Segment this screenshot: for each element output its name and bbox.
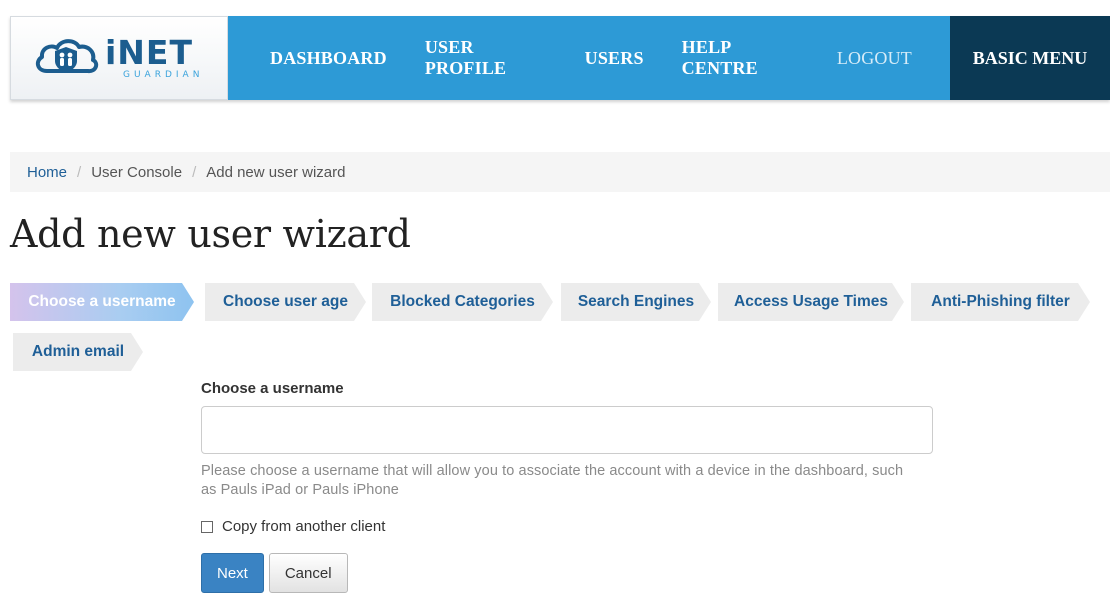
breadcrumb-user-console: User Console bbox=[91, 163, 183, 181]
nav-user-profile[interactable]: USER PROFILE bbox=[425, 37, 547, 79]
logo[interactable]: iNET GUARDIAN bbox=[10, 16, 228, 100]
wizard-steps: Choose a username Choose user age Blocke… bbox=[10, 283, 1110, 373]
step-anti-phishing-filter[interactable]: Anti-Phishing filter bbox=[911, 283, 1090, 321]
nav-help-centre[interactable]: HELP CENTRE bbox=[682, 37, 799, 79]
username-label: Choose a username bbox=[201, 380, 344, 397]
breadcrumb-separator: / bbox=[77, 163, 82, 181]
username-input[interactable] bbox=[201, 406, 933, 454]
copy-from-client-checkbox[interactable] bbox=[201, 520, 213, 533]
step-choose-username[interactable]: Choose a username bbox=[10, 283, 194, 321]
nav-dashboard[interactable]: DASHBOARD bbox=[270, 48, 387, 69]
nav-users[interactable]: USERS bbox=[585, 48, 644, 69]
cloud-family-shield-icon bbox=[35, 39, 99, 74]
logo-sub-text: GUARDIAN bbox=[123, 70, 204, 80]
copy-from-client-row: Copy from another client bbox=[201, 518, 933, 535]
step-admin-email[interactable]: Admin email bbox=[13, 333, 143, 371]
next-button[interactable]: Next bbox=[201, 553, 264, 593]
page-title: Add new user wizard bbox=[10, 212, 411, 256]
nav-logout[interactable]: LOGOUT bbox=[837, 48, 912, 69]
logo-wordmark: iNET GUARDIAN bbox=[105, 36, 203, 80]
basic-menu-button[interactable]: BASIC MENU bbox=[950, 16, 1110, 100]
breadcrumb-home[interactable]: Home bbox=[27, 164, 67, 181]
step-access-usage-times[interactable]: Access Usage Times bbox=[718, 283, 904, 321]
step-choose-user-age[interactable]: Choose user age bbox=[205, 283, 366, 321]
step-search-engines[interactable]: Search Engines bbox=[561, 283, 711, 321]
logo-main-text: iNET bbox=[105, 33, 193, 72]
breadcrumb-separator: / bbox=[192, 163, 197, 181]
breadcrumb: Home / User Console / Add new user wizar… bbox=[10, 152, 1110, 192]
main-nav: DASHBOARD USER PROFILE USERS HELP CENTRE… bbox=[228, 16, 950, 100]
top-header: iNET GUARDIAN DASHBOARD USER PROFILE USE… bbox=[10, 16, 1110, 100]
form-buttons: Next Cancel bbox=[201, 553, 933, 593]
username-help-text: Please choose a username that will allow… bbox=[201, 463, 904, 498]
copy-from-client-label[interactable]: Copy from another client bbox=[222, 518, 385, 535]
cancel-button[interactable]: Cancel bbox=[268, 553, 348, 593]
username-form: Choose a username Please choose a userna… bbox=[201, 380, 933, 593]
step-blocked-categories[interactable]: Blocked Categories bbox=[372, 283, 553, 321]
breadcrumb-current: Add new user wizard bbox=[206, 163, 346, 181]
